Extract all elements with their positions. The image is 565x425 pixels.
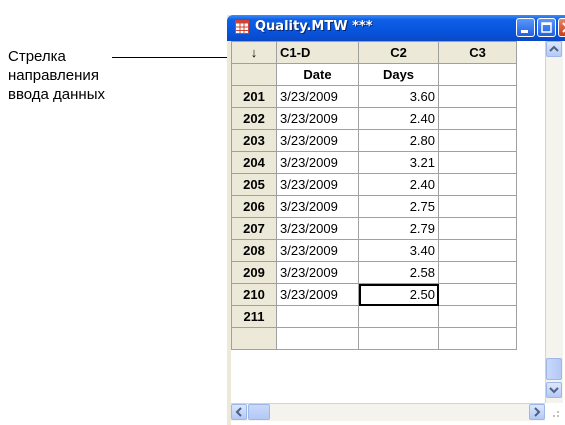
table-row [231,327,517,350]
data-table: ↓ C1-D C2 C3 Date Days 201 3/23/2009 3.6… [231,41,517,350]
worksheet-icon [235,20,249,34]
row-header[interactable]: 210 [231,283,277,306]
days-cell[interactable]: 2.79 [358,217,439,240]
column-header-c2[interactable]: C2 [358,41,439,64]
horizontal-scroll-thumb[interactable] [248,404,270,420]
minimize-icon [521,30,528,33]
date-cell[interactable] [276,327,359,350]
table-row: 204 3/23/2009 3.21 [231,151,517,174]
date-cell[interactable]: 3/23/2009 [276,261,359,284]
worksheet-window: Quality.MTW *** ↓ C1-D C2 C3 Date Days 2… [227,15,565,425]
table-row: 211 [231,305,517,328]
table-row: 208 3/23/2009 3.40 [231,239,517,262]
minimize-button[interactable] [516,18,535,37]
title-bar[interactable]: Quality.MTW *** [227,15,565,41]
column-header-c1[interactable]: C1-D [276,41,359,64]
scroll-down-button[interactable] [546,382,562,398]
scroll-right-button[interactable] [529,404,545,420]
scroll-up-button[interactable] [546,41,562,57]
callout-line-2: направления [8,67,99,84]
callout-leader-line [112,57,240,58]
c3-cell[interactable] [438,217,517,240]
c3-cell[interactable] [438,305,517,328]
date-cell[interactable]: 3/23/2009 [276,173,359,196]
days-cell[interactable] [358,327,439,350]
days-cell[interactable]: 3.21 [358,151,439,174]
vertical-scroll-thumb[interactable] [546,358,562,380]
date-cell[interactable]: 3/23/2009 [276,195,359,218]
row-header[interactable]: 205 [231,173,277,196]
date-cell[interactable] [276,305,359,328]
row-header[interactable]: 204 [231,151,277,174]
c3-cell[interactable] [438,239,517,262]
c3-cell[interactable] [438,283,517,306]
close-icon [562,22,565,33]
active-days-cell[interactable]: 2.50 [358,283,439,306]
table-row: 202 3/23/2009 2.40 [231,107,517,130]
resize-grip-icon[interactable] [547,405,561,419]
days-cell[interactable]: 3.40 [358,239,439,262]
days-cell[interactable]: 2.40 [358,107,439,130]
worksheet-grid: ↓ C1-D C2 C3 Date Days 201 3/23/2009 3.6… [231,41,565,425]
table-row: 205 3/23/2009 2.40 [231,173,517,196]
date-cell[interactable]: 3/23/2009 [276,85,359,108]
column-name-c1[interactable]: Date [276,63,359,86]
vertical-scrollbar[interactable] [545,41,563,403]
row-header[interactable]: 201 [231,85,277,108]
arrow-right-icon [534,407,541,417]
row-header[interactable]: 211 [231,305,277,328]
row-header[interactable]: 207 [231,217,277,240]
table-row: 210 3/23/2009 2.50 [231,283,517,306]
arrow-left-icon [235,407,242,417]
close-button[interactable] [558,18,565,37]
table-row: 203 3/23/2009 2.80 [231,129,517,152]
table-row: 206 3/23/2009 2.75 [231,195,517,218]
row-header[interactable]: 202 [231,107,277,130]
c3-cell[interactable] [438,85,517,108]
date-cell[interactable]: 3/23/2009 [276,283,359,306]
column-name-c2[interactable]: Days [358,63,439,86]
arrow-down-icon [549,387,559,394]
days-cell[interactable]: 2.75 [358,195,439,218]
maximize-icon [541,22,552,33]
date-cell[interactable]: 3/23/2009 [276,217,359,240]
c3-cell[interactable] [438,129,517,152]
c3-cell[interactable] [438,261,517,284]
days-cell[interactable]: 2.80 [358,129,439,152]
scroll-left-button[interactable] [231,404,247,420]
name-row-header [231,63,277,86]
window-title: Quality.MTW *** [255,19,373,34]
row-header[interactable]: 206 [231,195,277,218]
column-name-c3[interactable] [438,63,517,86]
entry-direction-callout: Стрелка направления ввода данных [8,47,198,104]
row-header[interactable]: 209 [231,261,277,284]
table-row: 201 3/23/2009 3.60 [231,85,517,108]
c3-cell[interactable] [438,107,517,130]
row-header[interactable] [231,327,277,350]
days-cell[interactable]: 2.40 [358,173,439,196]
date-cell[interactable]: 3/23/2009 [276,239,359,262]
callout-line-3: ввода данных [8,86,105,103]
maximize-button[interactable] [537,18,556,37]
days-cell[interactable] [358,305,439,328]
horizontal-scrollbar[interactable] [231,403,545,421]
days-cell[interactable]: 3.60 [358,85,439,108]
table-row: 207 3/23/2009 2.79 [231,217,517,240]
days-cell[interactable]: 2.58 [358,261,439,284]
table-row: 209 3/23/2009 2.58 [231,261,517,284]
c3-cell[interactable] [438,195,517,218]
date-cell[interactable]: 3/23/2009 [276,151,359,174]
date-cell[interactable]: 3/23/2009 [276,107,359,130]
row-header[interactable]: 208 [231,239,277,262]
c3-cell[interactable] [438,151,517,174]
row-header[interactable]: 203 [231,129,277,152]
entry-direction-arrow[interactable]: ↓ [231,41,277,64]
date-cell[interactable]: 3/23/2009 [276,129,359,152]
c3-cell[interactable] [438,173,517,196]
arrow-up-icon [549,45,559,52]
column-header-c3[interactable]: C3 [438,41,517,64]
c3-cell[interactable] [438,327,517,350]
